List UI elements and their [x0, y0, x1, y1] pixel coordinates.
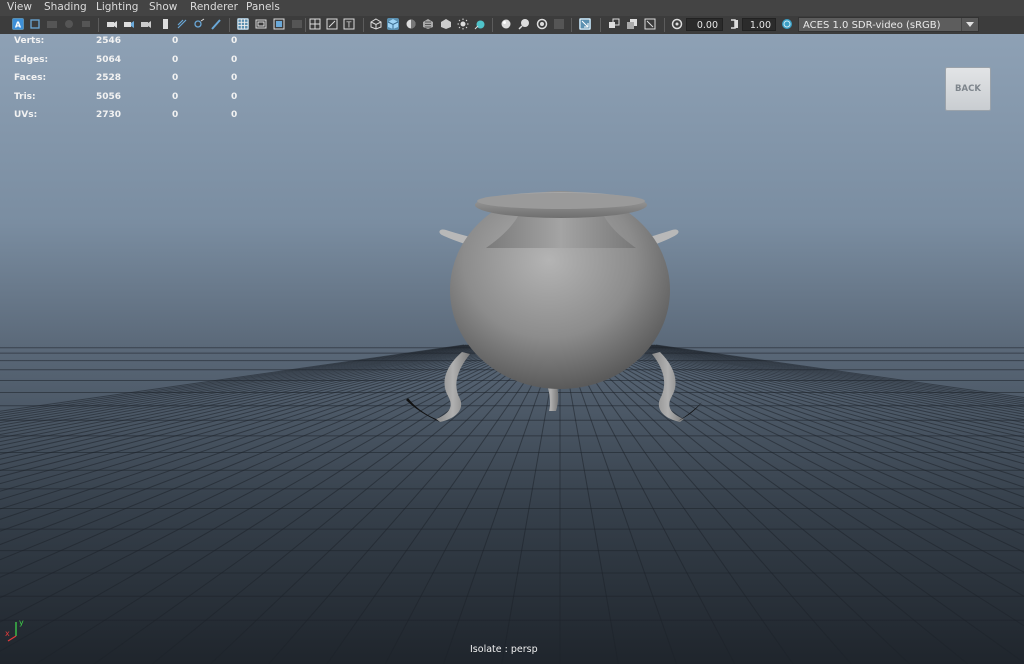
hud-value: 2730	[96, 110, 122, 120]
axis-gizmo: y x	[5, 618, 24, 642]
hud-row-uvs: UVs: 2730 0 0	[0, 110, 260, 129]
safe-title-icon[interactable]	[273, 18, 285, 30]
hud-value: 0	[231, 36, 238, 46]
isolate-camera-label: Isolate : persp	[470, 644, 538, 655]
hud-value: 5056	[96, 91, 122, 102]
menu-view[interactable]: View	[7, 1, 32, 13]
resolution-gate-icon[interactable]	[193, 18, 205, 30]
resize-icon[interactable]	[644, 18, 656, 30]
2d-pan-zoom-icon[interactable]	[63, 18, 75, 30]
motion-blur-icon[interactable]	[422, 18, 434, 30]
camera-lock-icon[interactable]	[106, 18, 118, 30]
grid-icon[interactable]	[176, 18, 188, 30]
menu-renderer[interactable]: Renderer	[190, 1, 238, 13]
wireframe-on-shaded-icon[interactable]	[326, 18, 338, 30]
viewcube-back-face[interactable]: BACK	[945, 67, 991, 111]
hud-row-verts: Verts: 2546 0 0	[0, 36, 260, 55]
smooth-shade-icon[interactable]	[309, 18, 321, 30]
gamma-icon[interactable]	[728, 18, 740, 30]
film-gate-icon[interactable]	[160, 18, 172, 30]
hud-value: 2528	[96, 73, 122, 83]
viewport-toolbar: A T 0.00 1.00 ACES 1.0 SDR-video (sRGB)	[0, 16, 1024, 34]
hud-label: Tris:	[14, 91, 36, 102]
exposure-field[interactable]: 0.00	[686, 18, 723, 31]
hud-value: 0	[172, 54, 179, 65]
color-management-icon[interactable]	[781, 18, 793, 30]
shadows-icon[interactable]	[387, 18, 399, 30]
frame-selection-icon[interactable]	[626, 18, 638, 30]
use-lights-icon[interactable]	[370, 18, 382, 30]
menu-panels[interactable]: Panels	[246, 1, 280, 13]
isolate-select-icon[interactable]	[474, 18, 486, 30]
menu-show[interactable]: Show	[149, 1, 177, 13]
depth-of-field-icon[interactable]	[457, 18, 469, 30]
scene-canvas	[0, 191, 1024, 664]
select-camera-icon[interactable]	[140, 18, 152, 30]
svg-text:A: A	[15, 21, 22, 30]
viewport-menubar: View Shading Lighting Show Renderer Pane…	[0, 0, 1024, 16]
grease-pencil-icon[interactable]	[80, 18, 92, 30]
camera-attributes-icon[interactable]: A	[12, 18, 24, 30]
xray-icon[interactable]	[500, 18, 512, 30]
hud-value: 0	[172, 36, 179, 46]
hud-label: Faces:	[14, 73, 47, 83]
ground-grid	[0, 344, 1024, 664]
gate-mask-icon[interactable]	[210, 18, 222, 30]
textured-icon[interactable]: T	[343, 18, 355, 30]
hud-row-edges: Edges: 5064 0 0	[0, 55, 260, 74]
hud-value: 0	[172, 91, 179, 102]
color-space-dropdown[interactable]: ACES 1.0 SDR-video (sRGB)	[798, 17, 979, 32]
hud-value: 0	[231, 91, 238, 102]
hud-label: UVs:	[14, 110, 38, 120]
chevron-down-icon[interactable]	[961, 18, 978, 31]
image-plane-icon[interactable]	[46, 18, 58, 30]
x-axis-label: x	[5, 629, 10, 638]
hud-value: 0	[231, 73, 238, 83]
wireframe-icon[interactable]	[291, 18, 303, 30]
hud-label: Edges:	[14, 54, 49, 65]
poly-count-hud: Verts: 2546 0 0 Edges: 5064 0 0 Faces: 2…	[0, 36, 260, 129]
hud-row-faces: Faces: 2528 0 0	[0, 73, 260, 92]
bookmark-icon[interactable]	[29, 18, 41, 30]
xray-joints-icon[interactable]	[518, 18, 530, 30]
hud-value: 0	[231, 54, 238, 65]
hud-value: 0	[172, 73, 179, 83]
hud-label: Verts:	[14, 36, 45, 46]
hud-row-tris: Tris: 5056 0 0	[0, 92, 260, 111]
exposure-toggle-icon[interactable]	[553, 18, 565, 30]
safe-action-icon[interactable]	[255, 18, 267, 30]
menu-shading[interactable]: Shading	[44, 1, 87, 13]
hud-value: 0	[172, 110, 179, 120]
snapshot-icon[interactable]	[123, 18, 135, 30]
camera-frame-icon[interactable]	[608, 18, 620, 30]
gamma-toggle-icon[interactable]	[579, 18, 591, 30]
y-axis-label: y	[19, 618, 24, 627]
svg-text:T: T	[346, 21, 352, 30]
hud-value: 2546	[96, 36, 122, 46]
color-space-value: ACES 1.0 SDR-video (sRGB)	[803, 20, 941, 31]
ambient-occlusion-icon[interactable]	[405, 18, 417, 30]
3d-viewport[interactable]: Verts: 2546 0 0 Edges: 5064 0 0 Faces: 2…	[0, 34, 1024, 664]
anti-aliasing-icon[interactable]	[440, 18, 452, 30]
field-chart-icon[interactable]	[237, 18, 249, 30]
backface-culling-icon[interactable]	[536, 18, 548, 30]
gamma-field[interactable]: 1.00	[742, 18, 776, 31]
menu-lighting[interactable]: Lighting	[96, 1, 138, 13]
hud-value: 0	[231, 110, 238, 120]
hud-value: 5064	[96, 54, 122, 65]
exposure-icon[interactable]	[671, 18, 683, 30]
